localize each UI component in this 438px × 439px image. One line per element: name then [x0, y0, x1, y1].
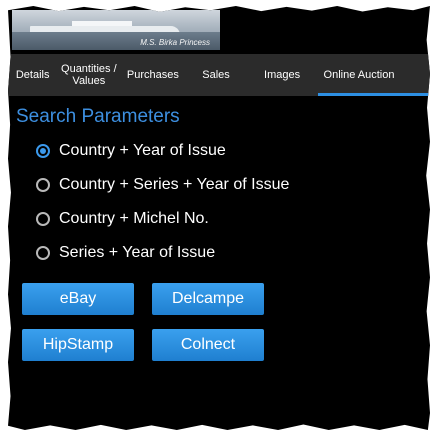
banner-caption: M.S. Birka Princess	[140, 38, 210, 47]
radio-option-country-michel[interactable]: Country + Michel No.	[36, 210, 209, 228]
colnect-button[interactable]: Colnect	[152, 329, 264, 361]
tab-quantities-values[interactable]: Quantities / Values	[57, 54, 120, 96]
radio-label: Series + Year of Issue	[59, 244, 216, 261]
tab-bar: Details Quantities / Values Purchases Sa…	[8, 54, 430, 96]
tab-images[interactable]: Images	[247, 54, 318, 96]
radio-option-series-year[interactable]: Series + Year of Issue	[36, 244, 215, 262]
radio-label: Country + Series + Year of Issue	[59, 176, 290, 193]
radio-label: Country + Michel No.	[59, 210, 209, 227]
tab-purchases[interactable]: Purchases	[120, 54, 185, 96]
hipstamp-button[interactable]: HipStamp	[22, 329, 134, 361]
tab-online-auction[interactable]: Online Auction	[317, 54, 430, 96]
radio-label: Country + Year of Issue	[59, 142, 226, 159]
radio-unchecked-icon[interactable]	[36, 246, 50, 260]
radio-checked-icon[interactable]	[36, 144, 50, 158]
radio-option-country-series-year[interactable]: Country + Series + Year of Issue	[36, 176, 289, 194]
app-window: M.S. Birka Princess Details Quantities /…	[8, 6, 430, 430]
ebay-button[interactable]: eBay	[22, 283, 134, 315]
tab-details[interactable]: Details	[8, 54, 57, 96]
radio-option-country-year[interactable]: Country + Year of Issue	[36, 142, 226, 160]
section-title: Search Parameters	[16, 106, 180, 127]
tab-sales[interactable]: Sales	[185, 54, 246, 96]
radio-unchecked-icon[interactable]	[36, 212, 50, 226]
header-banner-image: M.S. Birka Princess	[12, 10, 220, 50]
delcampe-button[interactable]: Delcampe	[152, 283, 264, 315]
radio-unchecked-icon[interactable]	[36, 178, 50, 192]
